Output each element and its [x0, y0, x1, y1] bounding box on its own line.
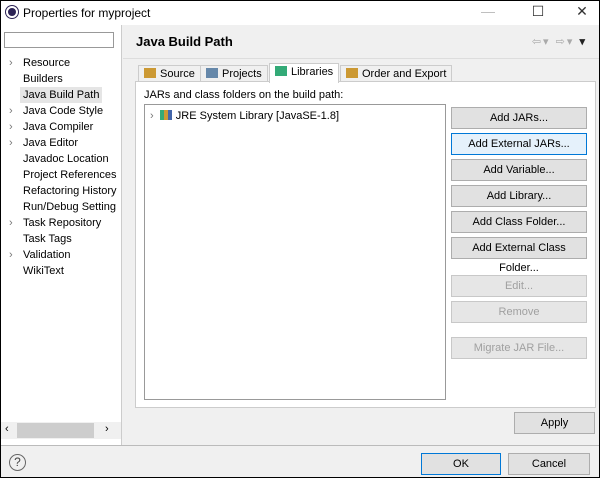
tab-source[interactable]: Source: [138, 65, 201, 82]
sidebar-item-label: WikiText: [23, 265, 64, 277]
order-icon: [346, 68, 358, 78]
tab-label: Order and Export: [362, 68, 447, 80]
expand-icon[interactable]: ›: [9, 55, 13, 71]
remove-button[interactable]: Remove: [451, 301, 587, 323]
source-folder-icon: [144, 68, 156, 78]
maximize-button[interactable]: ☐: [523, 3, 553, 23]
expand-icon[interactable]: ›: [9, 119, 13, 135]
sidebar-item[interactable]: Run/Debug Setting: [23, 199, 116, 215]
tab-libraries[interactable]: Libraries: [269, 63, 340, 83]
scrollbar-thumb[interactable]: [17, 423, 94, 438]
scroll-right-icon[interactable]: ›: [105, 423, 109, 435]
cancel-button[interactable]: Cancel: [508, 453, 590, 475]
sidebar-item[interactable]: Java Build Path: [20, 87, 103, 103]
sidebar-item-label: Run/Debug Setting: [23, 201, 116, 213]
sidebar-item[interactable]: Javadoc Location: [23, 151, 109, 167]
apply-button[interactable]: Apply: [514, 412, 595, 434]
sidebar-item[interactable]: › Validation: [9, 247, 71, 263]
expand-icon[interactable]: ›: [150, 110, 154, 122]
expand-icon[interactable]: ›: [9, 215, 13, 231]
tab-label: Libraries: [291, 66, 334, 78]
sidebar-item-label: Builders: [23, 73, 63, 85]
add-variable-button[interactable]: Add Variable...: [451, 159, 587, 181]
tab-order-and-export[interactable]: Order and Export: [340, 65, 453, 82]
sidebar-item[interactable]: Refactoring History: [23, 183, 117, 199]
window-title: Properties for myproject: [23, 6, 151, 20]
help-icon[interactable]: ?: [9, 454, 26, 471]
eclipse-icon: [6, 6, 18, 18]
sidebar-item[interactable]: › Java Code Style: [9, 103, 104, 119]
sidebar-item[interactable]: › Java Compiler: [9, 119, 94, 135]
sidebar-item-label: Java Editor: [23, 137, 79, 149]
page-header: Java Build Path ⇦▾ ⇨▾ ▾: [123, 25, 599, 59]
minimize-button[interactable]: —: [473, 3, 503, 23]
sidebar-item-label: Project References: [23, 169, 117, 181]
scroll-left-icon[interactable]: ‹: [5, 423, 9, 435]
libraries-list[interactable]: › JRE System Library [JavaSE-1.8]: [144, 104, 446, 400]
dialog-footer: ? OK Cancel: [1, 445, 599, 477]
add-external-class-folder-button[interactable]: Add External Class Folder...: [451, 237, 587, 274]
sidebar-item-label: Validation: [23, 249, 71, 261]
sidebar-item-label: Java Build Path: [23, 89, 100, 101]
sidebar-item[interactable]: › Java Editor: [9, 135, 79, 151]
library-label: JRE System Library [JavaSE-1.8]: [175, 110, 340, 122]
libraries-label: JARs and class folders on the build path…: [144, 89, 344, 101]
filter-input[interactable]: [4, 32, 114, 48]
list-item[interactable]: › JRE System Library [JavaSE-1.8]: [150, 110, 339, 122]
add-jars-button[interactable]: Add JARs...: [451, 107, 587, 129]
ok-button[interactable]: OK: [421, 453, 501, 475]
expand-icon[interactable]: ›: [9, 103, 13, 119]
tab-label: Projects: [222, 68, 262, 80]
expand-icon[interactable]: ›: [9, 247, 13, 263]
back-icon[interactable]: ⇦▾: [532, 36, 551, 48]
page-title: Java Build Path: [136, 34, 233, 49]
sidebar-item[interactable]: Builders: [23, 71, 63, 87]
library-icon: [159, 110, 172, 120]
sidebar-item-label: Java Compiler: [23, 121, 94, 133]
library-icon: [275, 66, 287, 76]
sidebar-item[interactable]: › Resource: [9, 55, 71, 71]
forward-icon[interactable]: ⇨▾: [556, 36, 575, 48]
libraries-panel: JARs and class folders on the build path…: [135, 81, 596, 408]
sidebar-item[interactable]: WikiText: [23, 263, 64, 279]
sidebar-item-label: Task Repository: [23, 217, 102, 229]
close-button[interactable]: ✕: [567, 3, 597, 23]
sidebar-item[interactable]: Project References: [23, 167, 117, 183]
folder-icon: [206, 68, 218, 78]
tab-projects[interactable]: Projects: [200, 65, 268, 82]
main-area: Java Build Path ⇦▾ ⇨▾ ▾ Source Projects Li…: [123, 25, 599, 445]
migrate-jar-file-button[interactable]: Migrate JAR File...: [451, 337, 587, 359]
properties-dialog: Properties for myproject — ☐ ✕ › Resource…: [1, 1, 599, 477]
edit-button[interactable]: Edit...: [451, 275, 587, 297]
sidebar-item-label: Task Tags: [23, 233, 72, 245]
sidebar-scrollbar[interactable]: ‹ ›: [1, 422, 121, 439]
title-bar: Properties for myproject — ☐ ✕: [1, 1, 599, 25]
add-class-folder-button[interactable]: Add Class Folder...: [451, 211, 587, 233]
sidebar-item-label: Javadoc Location: [23, 153, 109, 165]
menu-icon[interactable]: ▾: [579, 36, 587, 48]
sidebar-item[interactable]: Task Tags: [23, 231, 72, 247]
sidebar-item[interactable]: › Task Repository: [9, 215, 102, 231]
tab-label: Source: [160, 68, 195, 80]
sidebar-item-label: Resource: [23, 57, 71, 69]
add-external-jars-button[interactable]: Add External JARs...: [451, 133, 587, 155]
sidebar-item-label: Java Code Style: [23, 105, 104, 117]
sidebar-item-label: Refactoring History: [23, 185, 117, 197]
expand-icon[interactable]: ›: [9, 135, 13, 151]
sidebar: › Resource Builders Java Build Path › Java Co…: [1, 25, 122, 445]
add-library-button[interactable]: Add Library...: [451, 185, 587, 207]
